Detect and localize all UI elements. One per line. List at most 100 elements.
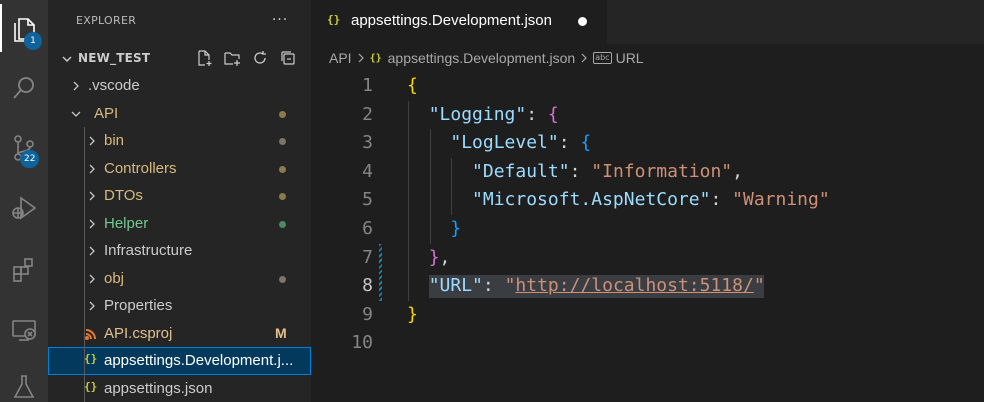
project-section-header[interactable]: NEW_TEST — [48, 46, 311, 70]
code-token: http://localhost:5118/ — [515, 275, 754, 297]
code-editor[interactable]: 1{2 "Logging": {3 "LogLevel": {4 "Defaul… — [311, 72, 984, 358]
tree-item-bin[interactable]: bin — [48, 127, 311, 155]
breadcrumb: API {} appsettings.Development.json abc … — [311, 44, 984, 72]
chevron-right-icon — [86, 245, 98, 257]
activity-bar: 1 22 — [0, 0, 48, 402]
code-line[interactable]: 10 — [311, 329, 984, 358]
tree-item-label: bin — [104, 132, 125, 149]
indent-guide — [84, 127, 85, 155]
explorer-activity[interactable]: 1 — [0, 4, 48, 52]
code-line[interactable]: 4 "Default": "Information", — [311, 157, 984, 187]
code-token: " — [504, 275, 516, 297]
run-debug-icon — [9, 193, 39, 223]
collapse-all-icon[interactable] — [276, 46, 300, 70]
code-token: " — [753, 275, 765, 297]
tree-item-api-csproj[interactable]: API.csproj M — [48, 319, 311, 347]
tree-item-infrastructure[interactable]: Infrastructure — [48, 237, 311, 265]
tree-item-label: Helper — [104, 214, 149, 232]
extensions-icon — [10, 256, 38, 284]
sidebar-title: EXPLORER — [76, 14, 137, 27]
chevron-right-icon — [86, 218, 98, 230]
chevron-right-icon — [86, 163, 98, 175]
indent-guide — [84, 154, 85, 182]
code-line[interactable]: 2 "Logging": { — [311, 100, 984, 130]
source-control-badge: 22 — [20, 150, 40, 168]
modified-dot — [279, 165, 286, 173]
code-line[interactable]: 3 "LogLevel": { — [311, 129, 984, 158]
modified-dot — [279, 193, 286, 200]
code-line[interactable]: 1{ — [311, 72, 984, 101]
code-token: "URL" — [428, 275, 483, 297]
modified-gutter-marker[interactable] — [379, 243, 382, 273]
chevron-right-icon — [356, 53, 366, 63]
line-number: 10 — [351, 332, 373, 354]
breadcrumb-item[interactable]: API — [329, 50, 352, 66]
tree-item-label: obj — [104, 269, 125, 287]
tree-item-controllers[interactable]: Controllers — [48, 154, 311, 182]
code-line[interactable]: 8 "URL": "http://localhost:5118/" — [311, 272, 984, 301]
file-tree: .vscode API bin Controllers DTOs Helper … — [48, 72, 311, 402]
indent-guide — [84, 264, 85, 292]
line-number: 1 — [362, 75, 373, 96]
ellipsis-icon: ··· — [271, 12, 289, 28]
code-text: "Microsoft.AspNetCore": "Warning" — [407, 186, 830, 215]
unsaved-dot-icon[interactable] — [578, 17, 587, 26]
tree-item-label: Properties — [104, 297, 173, 314]
breadcrumb-item[interactable]: appsettings.Development.json — [388, 50, 576, 66]
code-token: : — [710, 189, 733, 211]
tree-item-appsettings[interactable]: {} appsettings.json — [48, 374, 311, 402]
more-actions-button[interactable]: ··· — [268, 8, 292, 32]
tab-appsettings-development[interactable]: {} appsettings.Development.json — [311, 0, 607, 44]
remote-explorer-activity[interactable] — [0, 306, 48, 354]
chevron-right-icon — [86, 273, 98, 285]
tree-item-label: DTOs — [104, 187, 143, 204]
source-control-activity[interactable]: 22 — [0, 124, 48, 172]
tree-item-api[interactable]: API — [48, 100, 311, 128]
tree-item-label: appsettings.Development.j... — [104, 352, 294, 369]
modified-gutter-marker[interactable] — [379, 272, 382, 301]
run-debug-activity[interactable] — [0, 184, 48, 232]
tree-item-helper[interactable]: Helper — [48, 209, 311, 237]
new-folder-icon[interactable] — [220, 46, 244, 70]
testing-activity[interactable] — [0, 362, 48, 402]
code-token: { — [407, 75, 418, 96]
string-symbol-icon: abc — [593, 52, 612, 64]
search-activity[interactable] — [0, 64, 48, 112]
json-icon: {} — [84, 352, 98, 365]
code-token: : — [482, 275, 505, 297]
code-line[interactable]: 5 "Microsoft.AspNetCore": "Warning" — [311, 186, 984, 215]
new-file-icon[interactable] — [192, 46, 216, 70]
code-text: "Logging": { — [407, 101, 559, 130]
tree-item-appsettings-development[interactable]: {} appsettings.Development.j... — [48, 347, 311, 375]
refresh-icon[interactable] — [248, 46, 272, 70]
code-line[interactable]: 7 }, — [311, 243, 984, 273]
editor-area: {} appsettings.Development.json API {} a… — [311, 0, 984, 402]
chevron-right-icon — [70, 80, 82, 92]
json-icon: {} — [327, 13, 341, 26]
json-icon: {} — [84, 379, 98, 393]
code-token: } — [450, 217, 462, 239]
extensions-activity[interactable] — [0, 246, 48, 294]
code-line[interactable]: 9} — [311, 301, 984, 330]
tree-item-obj[interactable]: obj — [48, 264, 311, 292]
code-token: : — [526, 103, 548, 125]
code-text: { — [407, 72, 418, 101]
testing-icon — [10, 372, 38, 400]
code-token: "Default" — [472, 160, 570, 182]
code-line[interactable]: 6 } — [311, 214, 984, 244]
indent-guide — [84, 209, 85, 237]
tree-item-dtos[interactable]: DTOs — [48, 182, 311, 210]
line-number: 8 — [362, 275, 373, 297]
tree-item-vscode[interactable]: .vscode — [48, 72, 311, 100]
breadcrumb-item[interactable]: URL — [616, 50, 644, 66]
code-token: , — [439, 246, 451, 268]
tree-item-properties[interactable]: Properties — [48, 292, 311, 320]
explorer-sidebar: EXPLORER ··· NEW_TEST .vscode API bin Co… — [48, 0, 311, 402]
chevron-right-icon — [86, 135, 98, 147]
code-token: "Warning" — [732, 189, 830, 211]
code-token: { — [547, 103, 559, 125]
